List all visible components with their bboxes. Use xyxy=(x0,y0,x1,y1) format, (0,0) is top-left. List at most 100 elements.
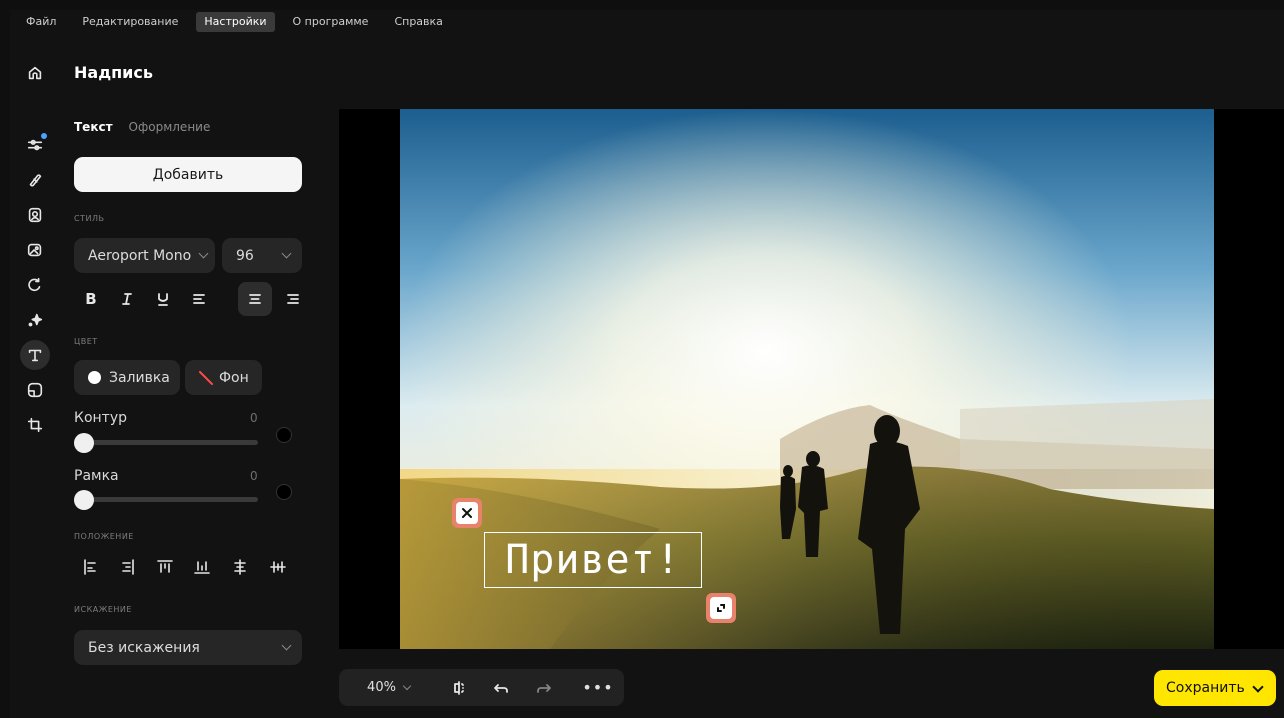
notification-dot xyxy=(41,133,47,139)
overlay-text[interactable]: Привет! xyxy=(485,533,701,587)
contour-slider[interactable] xyxy=(74,440,258,445)
align-right-button[interactable] xyxy=(276,282,310,316)
font-select[interactable]: Aeroport Mono xyxy=(74,238,215,273)
rotate-icon xyxy=(28,277,41,292)
distortion-section-label: искажение xyxy=(74,605,132,614)
fill-button[interactable]: Заливка xyxy=(74,360,180,395)
tab-text[interactable]: Текст xyxy=(74,120,113,134)
text-button[interactable] xyxy=(20,340,50,370)
align-right-edge-icon xyxy=(122,559,134,575)
frame-icon xyxy=(27,382,43,398)
adjust-icon xyxy=(27,139,43,151)
align-center-horizontal-icon xyxy=(270,561,286,573)
delete-text-handle[interactable] xyxy=(452,498,482,528)
image-edit-button[interactable] xyxy=(20,235,50,265)
panel-title: Надпись xyxy=(74,63,153,82)
underline-icon xyxy=(158,293,168,306)
menu-about[interactable]: О программе xyxy=(285,12,377,32)
undo-icon xyxy=(494,683,508,693)
no-color-icon xyxy=(199,370,213,385)
align-bottom-edge-button[interactable] xyxy=(191,556,213,578)
style-section-label: стиль xyxy=(74,214,105,223)
add-text-button[interactable]: Добавить xyxy=(74,157,302,192)
rotate-button[interactable] xyxy=(20,270,50,300)
distortion-value: Без искажения xyxy=(88,639,200,656)
italic-icon xyxy=(122,293,132,305)
resize-text-handle[interactable] xyxy=(706,593,736,623)
bold-button[interactable]: B xyxy=(74,282,108,316)
position-section-label: положение xyxy=(74,532,134,541)
more-icon: ••• xyxy=(582,678,614,697)
contour-value: 0 xyxy=(250,411,258,425)
menu-edit[interactable]: Редактирование xyxy=(74,12,186,32)
background-label: Фон xyxy=(219,369,249,386)
retouch-button[interactable] xyxy=(20,165,50,195)
align-left-edge-button[interactable] xyxy=(80,556,102,578)
adjust-button[interactable] xyxy=(20,130,50,160)
align-center-vertical-button[interactable] xyxy=(229,556,251,578)
zoom-select[interactable]: 40% xyxy=(361,669,416,706)
underline-button[interactable] xyxy=(146,282,180,316)
align-center-vertical-icon xyxy=(234,559,246,575)
crop-icon xyxy=(27,417,43,433)
align-top-edge-icon xyxy=(157,560,173,573)
format-toolbar: B xyxy=(74,282,304,316)
font-size-select[interactable]: 96 xyxy=(222,238,302,273)
border-color-swatch[interactable] xyxy=(276,484,292,500)
contour-label: Контур xyxy=(74,410,127,426)
redo-icon xyxy=(537,683,551,693)
fill-label: Заливка xyxy=(109,369,170,386)
align-center-horizontal-button[interactable] xyxy=(267,556,289,578)
distortion-select[interactable]: Без искажения xyxy=(74,630,302,665)
italic-button[interactable] xyxy=(110,282,144,316)
effects-button[interactable] xyxy=(20,305,50,335)
zoom-value: 40% xyxy=(367,680,396,695)
align-center-icon xyxy=(249,294,261,304)
background-button[interactable]: Фон xyxy=(185,360,262,395)
save-label: Сохранить xyxy=(1166,680,1245,696)
close-icon xyxy=(462,508,472,518)
align-left-edge-icon xyxy=(84,559,96,575)
chevron-down-icon xyxy=(281,640,292,651)
font-size-value: 96 xyxy=(236,247,254,264)
menu-help[interactable]: Справка xyxy=(386,12,450,32)
resize-icon xyxy=(717,604,725,612)
save-button[interactable]: Сохранить xyxy=(1154,670,1276,706)
contour-color-swatch[interactable] xyxy=(276,427,292,443)
align-center-button[interactable] xyxy=(238,282,272,316)
text-selection-box[interactable]: Привет! xyxy=(484,532,702,588)
chevron-down-icon xyxy=(402,681,412,691)
app-window: Файл Редактирование Настройки О программ… xyxy=(10,10,1284,718)
align-right-icon xyxy=(287,294,299,304)
align-bottom-edge-icon xyxy=(194,561,210,574)
border-slider-handle[interactable] xyxy=(74,490,94,510)
position-toolbar xyxy=(74,556,304,578)
portrait-button[interactable] xyxy=(20,200,50,230)
crop-button[interactable] xyxy=(20,410,50,440)
undo-button[interactable] xyxy=(489,669,513,706)
portrait-icon xyxy=(28,207,42,223)
canvas-area[interactable]: Привет! xyxy=(339,109,1284,649)
align-top-edge-button[interactable] xyxy=(154,556,176,578)
align-left-icon xyxy=(193,294,205,304)
image-edit-icon xyxy=(27,243,42,257)
more-button[interactable]: ••• xyxy=(582,669,612,706)
menu-file[interactable]: Файл xyxy=(18,12,64,32)
contour-slider-handle[interactable] xyxy=(74,433,94,453)
panel-tabs: Текст Оформление xyxy=(74,120,210,134)
menu-bar: Файл Редактирование Настройки О программ… xyxy=(10,10,1284,34)
border-slider[interactable] xyxy=(74,497,258,502)
compare-icon xyxy=(454,680,464,695)
border-value: 0 xyxy=(250,469,258,483)
chevron-down-icon xyxy=(198,248,209,259)
align-right-edge-button[interactable] xyxy=(116,556,138,578)
home-button[interactable] xyxy=(20,58,50,88)
zoom-toolbar: 40% ••• xyxy=(339,669,624,706)
redo-button[interactable] xyxy=(532,669,556,706)
menu-settings[interactable]: Настройки xyxy=(196,12,275,32)
compare-button[interactable] xyxy=(447,669,471,706)
border-label: Рамка xyxy=(74,468,119,484)
align-left-button[interactable] xyxy=(182,282,216,316)
tab-design[interactable]: Оформление xyxy=(129,120,211,134)
frame-button[interactable] xyxy=(20,375,50,405)
